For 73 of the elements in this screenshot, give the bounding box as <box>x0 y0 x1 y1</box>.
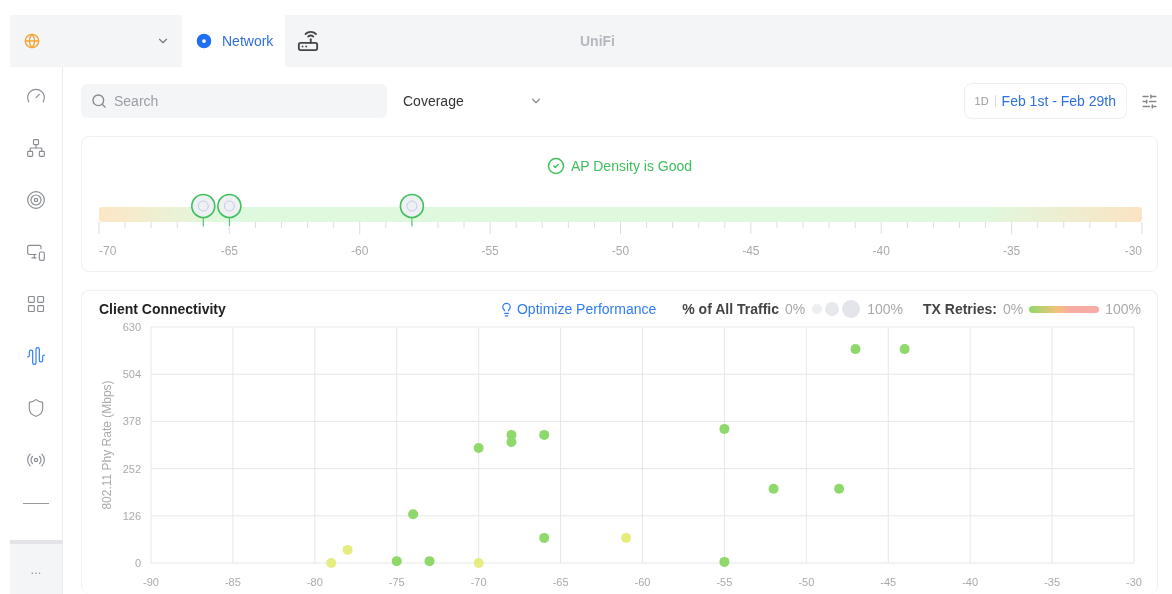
view-dropdown[interactable]: Coverage <box>403 93 543 109</box>
access-point-marker[interactable] <box>217 193 242 227</box>
search-field[interactable]: Search <box>81 84 387 118</box>
client-point[interactable] <box>768 483 779 494</box>
x-tick-label: -60 <box>634 576 651 588</box>
client-point[interactable] <box>621 532 632 543</box>
search-icon <box>91 93 107 109</box>
access-point-marker[interactable] <box>399 193 425 227</box>
client-point[interactable] <box>719 556 730 567</box>
client-point[interactable] <box>391 556 402 567</box>
client-point[interactable] <box>424 556 435 567</box>
axis-label: -55 <box>481 244 499 258</box>
client-point[interactable] <box>473 558 484 568</box>
client-point[interactable] <box>539 532 550 543</box>
client-point[interactable] <box>850 344 861 355</box>
client-point[interactable] <box>899 344 910 355</box>
x-tick-label: -35 <box>1044 576 1061 588</box>
client-point[interactable] <box>342 544 353 555</box>
axis-label: -40 <box>872 244 890 258</box>
globe-icon <box>24 33 40 49</box>
axis-label: -45 <box>742 244 760 258</box>
x-tick-label: -45 <box>880 576 897 588</box>
retries-gradient <box>1029 305 1100 313</box>
client-point[interactable] <box>834 483 845 494</box>
x-tick-label: -65 <box>552 576 569 588</box>
legend-min: 0% <box>785 301 806 317</box>
y-tick-label: 504 <box>122 368 141 381</box>
legend-title: TX Retries: <box>923 301 997 317</box>
legend-max: 100% <box>867 301 904 317</box>
network-tab[interactable]: Network <box>182 15 286 67</box>
axis-label: -30 <box>1124 244 1142 258</box>
axis-label: -35 <box>1002 244 1021 258</box>
card-title: Client Connectivity <box>99 301 226 317</box>
x-tick-label: -40 <box>962 576 979 588</box>
x-tick-label: -70 <box>470 576 487 588</box>
legend-min: 0% <box>1002 301 1024 317</box>
app-title: UniFi <box>580 32 615 51</box>
legend-max: 100% <box>1105 301 1141 317</box>
legend-title: % of All Traffic <box>682 301 779 317</box>
more-button[interactable]: ... <box>10 540 62 594</box>
optimize-link[interactable]: Optimize Performance <box>499 301 657 317</box>
axis-label: -70 <box>99 244 117 258</box>
axis-label: -50 <box>611 244 630 258</box>
x-tick-label: -50 <box>798 576 815 588</box>
x-tick-label: -30 <box>1126 576 1142 588</box>
axis-label: -65 <box>220 244 239 258</box>
check-circle-icon <box>546 157 565 175</box>
bubble-size-icon <box>811 300 862 318</box>
x-tick-label: -75 <box>388 576 405 588</box>
client-point[interactable] <box>326 558 337 568</box>
x-tick-label: -80 <box>306 576 323 588</box>
date-range-button[interactable]: 1D Feb 1st - Feb 29th <box>963 83 1127 119</box>
y-tick-label: 126 <box>122 509 141 522</box>
axis-label: -60 <box>351 244 369 258</box>
network-icon <box>194 31 214 51</box>
client-point[interactable] <box>539 429 550 440</box>
y-tick-label: 630 <box>122 321 141 333</box>
y-tick-label: 0 <box>134 557 141 569</box>
client-point[interactable] <box>473 443 484 453</box>
lightbulb-icon <box>499 301 514 317</box>
y-tick-label: 252 <box>122 462 141 475</box>
x-tick-label: -85 <box>224 576 241 588</box>
filter-icon[interactable] <box>1141 92 1158 110</box>
access-point-marker[interactable] <box>191 193 216 227</box>
x-tick-label: -90 <box>143 576 159 588</box>
y-axis-title: 802.11 Phy Rate (Mbps) <box>100 380 114 510</box>
density-status: AP Density is Good <box>570 158 693 174</box>
client-point[interactable] <box>506 437 517 447</box>
x-tick-label: -55 <box>716 576 733 588</box>
router-icon <box>297 30 320 52</box>
client-point[interactable] <box>408 509 419 520</box>
y-tick-label: 378 <box>122 415 141 428</box>
client-point[interactable] <box>719 423 730 434</box>
